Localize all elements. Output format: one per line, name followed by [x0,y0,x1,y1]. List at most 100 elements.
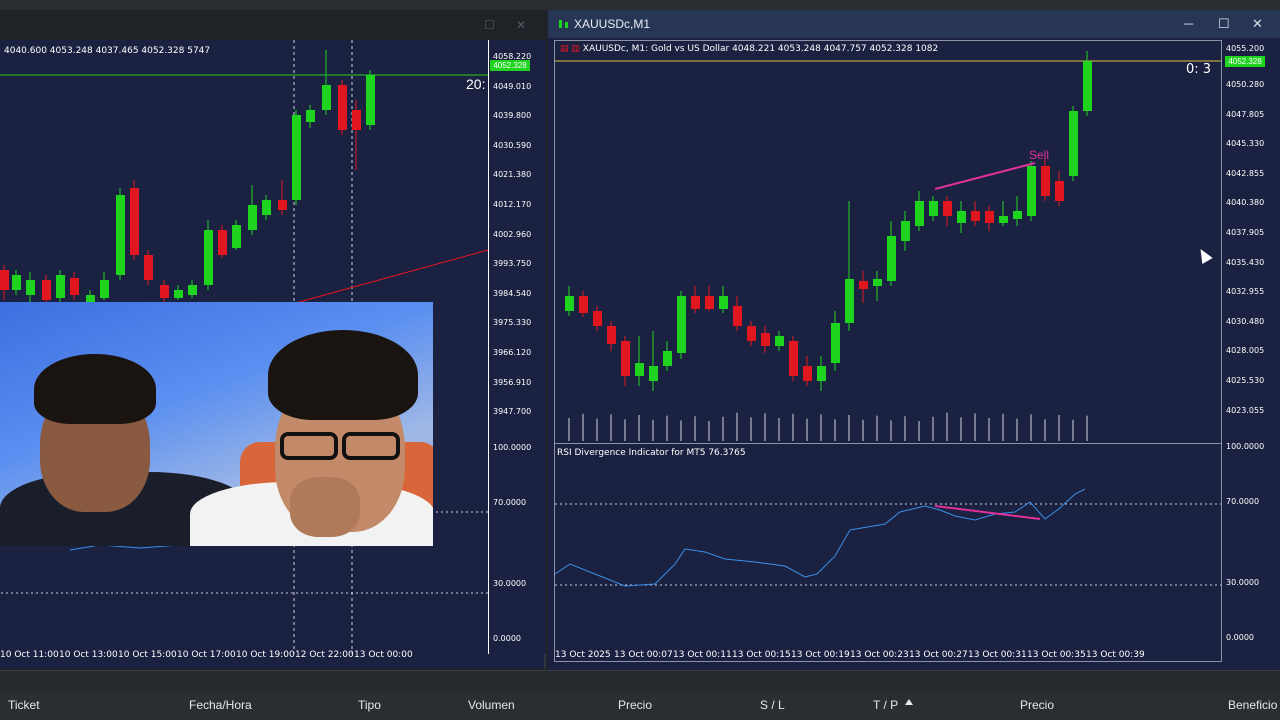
rsi-plot[interactable] [555,444,1221,644]
right-chart-window[interactable]: XAUUSDc,M1 ─ ☐ ✕ Sell ▤ ▥ XAUUSDc, M1: G… [548,10,1280,670]
candle-body [733,306,742,326]
symbol-icon-2: ▥ [571,44,580,54]
time-axis-label: 13 Oct 00:00 [354,650,413,660]
price-tick-label: 4025.530 [1226,376,1265,385]
rsi-tick-label: 0.0000 [1226,633,1254,642]
candle-body [915,201,924,226]
column-precio-actual[interactable]: Precio [1020,698,1054,712]
column-precio[interactable]: Precio [618,698,652,712]
time-axis-label: 13 Oct 00:27 [909,650,968,660]
candle-body [621,341,630,376]
time-axis-label: 10 Oct 19:00 [236,650,295,660]
candle-body [817,366,826,381]
maximize-icon[interactable]: ☐ [484,18,495,32]
price-tick-label: 4021.380 [493,170,532,180]
close-icon[interactable]: ✕ [516,18,526,32]
current-price-badge: 4052.328 [1225,56,1265,67]
price-tick-label: 3956.910 [493,377,532,387]
right-price-plot[interactable]: Sell [555,41,1221,441]
time-axis-label: 13 Oct 00:11 [673,650,732,660]
candle-body [635,363,644,376]
price-tick-label: 3966.120 [493,348,532,357]
ohlc-values: 4048.221 4053.248 4047.757 4052.328 1082 [732,44,939,54]
candle-body [775,336,784,346]
candle-body [218,230,227,255]
rsi-subwindow[interactable]: RSI Divergence Indicator for MT5 76.3765 [555,443,1221,643]
toolbox-scroll-row[interactable] [0,671,1280,691]
left-current-price-badge: 4052.328 [490,60,530,71]
rsi-tick-label: 0.0000 [493,634,521,643]
minimize-icon[interactable]: ─ [1184,16,1193,31]
candle-body [248,205,257,230]
time-axis-label: 10 Oct 11:00 [0,650,59,660]
candle-body [100,280,109,298]
price-tick-label: 4002.960 [493,229,532,239]
rsi-divergence-line [934,505,1041,520]
right-price-scale[interactable]: 4050.280 4047.805 4045.330 4042.855 4040.380… [1222,40,1280,662]
candle-body [943,201,952,216]
candle-body [663,351,672,366]
rsi-tick-label: 100.0000 [493,443,532,452]
column-sl[interactable]: S / L [760,698,785,712]
rsi-tick-label: 30.0000 [493,579,527,588]
price-tick-label: 4030.590 [493,140,532,150]
candle-body [70,278,79,295]
candle-body [188,285,197,295]
column-ticket[interactable]: Ticket [8,698,40,712]
price-tick-label: 3993.750 [493,259,532,269]
candle-body [292,115,301,200]
candle-body [322,85,331,110]
price-tick-label: 4042.855 [1226,168,1265,178]
chart-window-icon [559,20,568,28]
candle-body [278,200,287,210]
top-toolbar-strip [0,0,1280,10]
column-tp[interactable]: T / P [873,698,898,712]
candle-body [929,201,938,216]
price-tick-label: 4037.905 [1226,228,1265,237]
candle-body [691,296,700,309]
candle-body [0,270,9,290]
candle-body [204,230,213,285]
column-fecha-hora[interactable]: Fecha/Hora [189,698,252,712]
price-tick-label: 4039.800 [493,111,532,121]
price-tick-label: 3984.540 [493,288,532,298]
candle-body [887,236,896,281]
symbol-icon: ▤ [560,44,569,54]
maximize-icon[interactable]: ☐ [1218,16,1230,32]
price-tick-label: 3947.700 [493,407,532,417]
right-window-titlebar[interactable]: XAUUSDc,M1 ─ ☐ ✕ [548,10,1280,38]
time-axis-label: 13 Oct 00:35 [1027,650,1086,660]
candle-body [1041,166,1050,196]
candle-body [719,296,728,309]
left-time-axis: 10 Oct 11:00 10 Oct 13:00 10 Oct 15:00 10 O… [0,644,488,668]
candle-body [352,110,361,130]
time-axis-label: 13 Oct 00:31 [968,650,1027,660]
price-tick-label: 4030.480 [1226,316,1265,326]
left-price-scale[interactable]: 4058.220 4049.010 4039.800 4030.590 4021.380… [488,40,546,654]
candle-body [859,281,868,289]
candle-body [1027,166,1036,216]
trade-toolbox[interactable]: Ticket Fecha/Hora Tipo Volumen Precio S … [0,670,1280,720]
candle-body [1083,61,1092,111]
time-axis-label: 13 Oct 00:07 [614,650,673,660]
candle-body [831,323,840,363]
close-icon[interactable]: ✕ [1252,16,1263,32]
candle-body [1069,111,1078,176]
candle-body [56,275,65,298]
price-tick-label: 4023.055 [1226,405,1265,415]
left-window-titlebar[interactable]: ☐ ✕ [0,10,546,40]
time-axis-label: 13 Oct 00:23 [850,650,909,660]
right-time-axis: 13 Oct 2025 13 Oct 00:07 13 Oct 00:11 13 Oc… [554,644,1222,666]
column-beneficio[interactable]: Beneficio [1228,698,1277,712]
webcam-overlay [0,302,433,546]
column-tipo[interactable]: Tipo [358,698,381,712]
column-volumen[interactable]: Volumen [468,698,515,712]
candle-body [999,216,1008,223]
rsi-indicator-title: RSI Divergence Indicator for MT5 76.3765 [557,448,746,458]
candle-body [985,211,994,223]
symbol-description: XAUUSDc, M1: Gold vs US Dollar [582,44,730,54]
candle-body [42,280,51,300]
person-right-hand [290,477,360,537]
rsi-tick-label: 100.0000 [1226,442,1265,451]
candle-body [593,311,602,326]
